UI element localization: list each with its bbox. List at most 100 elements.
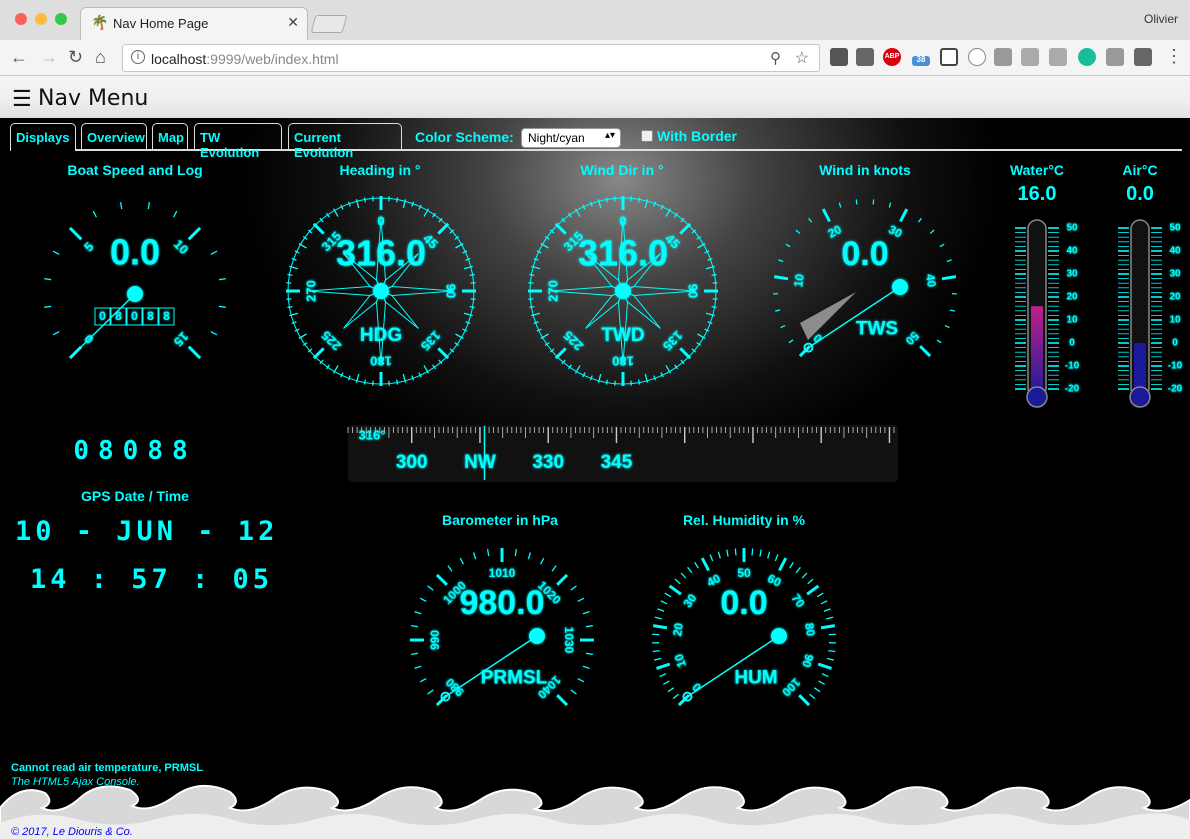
major-tick bbox=[312, 222, 325, 235]
browser-tab[interactable]: 🌴 Nav Home Page ✕ bbox=[80, 7, 308, 40]
info-icon[interactable]: i bbox=[131, 50, 145, 64]
h-icon[interactable] bbox=[1106, 48, 1124, 66]
minor-tick bbox=[92, 210, 97, 218]
copyright-link[interactable]: © 2017, Le Diouris & Co. bbox=[11, 826, 133, 838]
minor-tick bbox=[774, 554, 779, 562]
close-window-button[interactable] bbox=[15, 13, 27, 25]
major-tick bbox=[773, 275, 789, 281]
rose-hub bbox=[615, 283, 631, 299]
new-tab-button[interactable] bbox=[310, 15, 348, 33]
url-path: :9999/web/index.html bbox=[206, 51, 339, 67]
profile-name[interactable]: Olivier bbox=[1144, 12, 1178, 26]
minor-tick bbox=[795, 566, 801, 574]
gauge-unit: TWD bbox=[601, 325, 644, 346]
gauge-unit: PRMSL bbox=[481, 668, 548, 689]
major-tick bbox=[656, 662, 671, 670]
minor-tick bbox=[210, 331, 218, 336]
tab-strip: 🌴 Nav Home Page ✕ Olivier bbox=[0, 0, 1190, 40]
thermo-label: 20 bbox=[1066, 292, 1078, 303]
minor-tick bbox=[533, 257, 539, 261]
minor-tick bbox=[589, 201, 593, 207]
major-tick bbox=[437, 347, 450, 360]
minor-tick bbox=[936, 339, 942, 344]
tick-label: 1030 bbox=[562, 627, 576, 654]
minor-tick bbox=[680, 572, 687, 579]
minor-tick bbox=[707, 321, 713, 325]
minor-tick bbox=[395, 197, 399, 203]
minor-tick bbox=[514, 549, 518, 557]
minor-tick bbox=[818, 680, 825, 685]
major-tick bbox=[187, 345, 202, 360]
thermo-bulb bbox=[1026, 386, 1048, 408]
minor-tick bbox=[663, 680, 670, 685]
major-tick bbox=[899, 208, 909, 223]
hash-icon[interactable] bbox=[994, 48, 1012, 66]
menu-dots-icon[interactable]: ⋮ bbox=[1165, 46, 1183, 67]
minor-tick bbox=[585, 624, 593, 628]
minor-tick bbox=[808, 217, 813, 223]
screenshot-icon[interactable] bbox=[940, 48, 958, 66]
circle-icon[interactable] bbox=[968, 48, 986, 66]
rose-point bbox=[307, 285, 383, 297]
thermo-label: 10 bbox=[1066, 315, 1078, 326]
thermo-label: -20 bbox=[1065, 384, 1080, 395]
major-tick bbox=[820, 624, 836, 630]
maximize-window-button[interactable] bbox=[55, 13, 67, 25]
major-tick bbox=[941, 275, 957, 281]
hamburger-menu-icon[interactable]: ☰ bbox=[12, 86, 32, 112]
air-thermometer: 50 40 30 20 10 0 -10 -20 bbox=[1118, 219, 1183, 408]
minimize-window-button[interactable] bbox=[35, 13, 47, 25]
wind-dir-gauge: 04590135180225270315316.0TWD bbox=[528, 196, 718, 386]
minor-tick bbox=[751, 548, 754, 556]
k-icon[interactable] bbox=[1049, 48, 1067, 66]
badge-count[interactable]: 38 bbox=[912, 56, 930, 66]
gauge-unit: HDG bbox=[360, 325, 402, 346]
forward-icon[interactable]: → bbox=[40, 47, 58, 68]
gauge-value: 316.0 bbox=[578, 233, 668, 274]
major-tick bbox=[668, 584, 682, 596]
log-digit: 8 bbox=[147, 309, 154, 323]
minor-tick bbox=[759, 549, 762, 557]
thermo-label: 0 bbox=[1069, 338, 1075, 349]
tick-label: 10 bbox=[171, 237, 192, 258]
evernote-icon[interactable] bbox=[830, 48, 848, 66]
home-icon[interactable]: ⌂ bbox=[95, 47, 106, 68]
minor-tick bbox=[52, 331, 60, 336]
major-tick bbox=[556, 694, 569, 707]
minor-tick bbox=[570, 689, 577, 695]
reload-icon[interactable]: ↻ bbox=[68, 47, 83, 68]
minor-tick bbox=[734, 548, 737, 556]
minor-tick bbox=[726, 549, 729, 557]
minor-tick bbox=[816, 592, 824, 598]
major-tick bbox=[437, 222, 450, 235]
bug-icon[interactable] bbox=[856, 48, 874, 66]
thermo-label: -10 bbox=[1168, 361, 1183, 372]
cube-icon[interactable] bbox=[1021, 48, 1039, 66]
nav-menu-title[interactable]: Nav Menu bbox=[38, 86, 148, 111]
close-tab-icon[interactable]: ✕ bbox=[287, 14, 299, 31]
rose-hub bbox=[373, 283, 389, 299]
bookmark-star-icon[interactable]: ☆ bbox=[795, 48, 809, 68]
m-icon[interactable] bbox=[1078, 48, 1096, 66]
minor-tick bbox=[533, 321, 539, 325]
minor-tick bbox=[778, 259, 784, 263]
thermo-label: 50 bbox=[1169, 223, 1181, 234]
bookmark-icon[interactable] bbox=[1134, 48, 1152, 66]
minor-tick bbox=[826, 657, 834, 661]
minor-tick bbox=[785, 243, 791, 248]
back-icon[interactable]: ← bbox=[10, 47, 28, 68]
needle-hub bbox=[892, 279, 908, 295]
major-tick bbox=[679, 222, 692, 235]
minor-tick bbox=[527, 552, 532, 560]
adblock-icon[interactable]: ABP bbox=[883, 48, 901, 66]
minor-tick bbox=[395, 379, 399, 385]
minor-tick bbox=[637, 197, 641, 203]
minor-tick bbox=[486, 549, 490, 557]
log-digit: 0 bbox=[131, 309, 138, 323]
tick-label: 50 bbox=[902, 329, 922, 349]
minor-tick bbox=[709, 554, 714, 562]
zoom-icon[interactable]: ⚲ bbox=[770, 49, 781, 67]
address-bar[interactable]: i localhost:9999/web/index.html ⚲ ☆ bbox=[122, 44, 820, 72]
tick-label: 60 bbox=[765, 571, 784, 590]
tick-label: 40 bbox=[923, 273, 939, 289]
